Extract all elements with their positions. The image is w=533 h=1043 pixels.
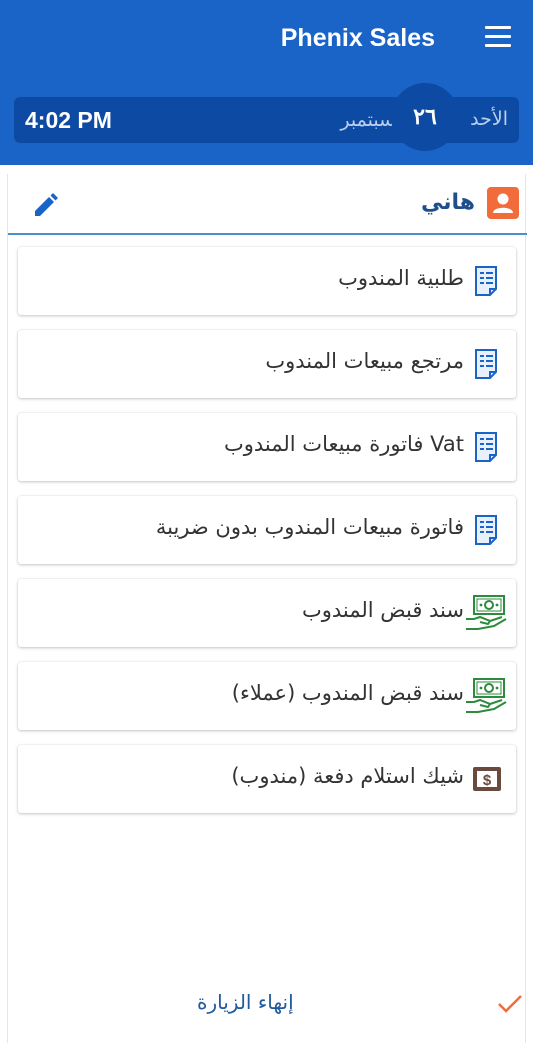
- cash-hand-icon: [464, 593, 508, 633]
- document-icon: [470, 430, 504, 464]
- menu-item-label: سند قبض المندوب (عملاء): [231, 681, 464, 705]
- menu-item-payment-check[interactable]: $ شيك استلام دفعة (مندوب): [18, 745, 516, 813]
- document-icon: [470, 513, 504, 547]
- pencil-icon[interactable]: [30, 191, 60, 219]
- menu-item-rep-receipt[interactable]: سند قبض المندوب: [18, 579, 516, 647]
- menu-item-label: شيك استلام دفعة (مندوب): [231, 764, 464, 788]
- month-label: سبتمبر: [340, 109, 395, 131]
- menu-item-label: طلبية المندوب: [338, 266, 464, 290]
- app-title: Phenix Sales: [280, 24, 435, 52]
- dollar-box-icon: $: [470, 762, 504, 796]
- day-number: ٢٦: [413, 104, 437, 129]
- menu-item-label: فاتورة مبيعات المندوب بدون ضريبة: [155, 515, 464, 539]
- menu-item-label: فاتورة مبيعات المندوب Vat: [223, 432, 464, 456]
- menu-item-rep-sales-return[interactable]: مرتجع مبيعات المندوب: [18, 330, 516, 398]
- document-icon: [470, 264, 504, 298]
- date-bar: 4:02 PM سبتمبر ٢٦ الأحد: [14, 83, 519, 151]
- menu-item-rep-sales-invoice-no-tax[interactable]: فاتورة مبيعات المندوب بدون ضريبة: [18, 496, 516, 564]
- menu-item-rep-sales-invoice-vat[interactable]: فاتورة مبيعات المندوب Vat: [18, 413, 516, 481]
- menu-item-label: سند قبض المندوب: [301, 598, 464, 622]
- svg-text:$: $: [483, 772, 492, 789]
- end-visit-link[interactable]: إنهاء الزيارة: [197, 990, 294, 1014]
- cash-hand-icon: [464, 676, 508, 716]
- person-icon: [487, 187, 519, 219]
- check-icon[interactable]: [497, 993, 523, 1015]
- weekday-label: الأحد: [470, 108, 508, 130]
- current-time: 4:02 PM: [25, 107, 112, 133]
- client-header: هاني: [8, 174, 527, 235]
- menu-item-rep-order[interactable]: طلبية المندوب: [18, 247, 516, 315]
- client-name[interactable]: هاني: [421, 190, 475, 215]
- document-icon: [470, 347, 504, 381]
- menu-item-rep-receipt-customers[interactable]: سند قبض المندوب (عملاء): [18, 662, 516, 730]
- app-header: Phenix Sales 4:02 PM سبتمبر ٢٦ الأحد: [0, 0, 533, 165]
- menu-icon[interactable]: [485, 26, 511, 48]
- day-badge: ٢٦: [391, 83, 459, 151]
- menu-item-label: مرتجع مبيعات المندوب: [265, 349, 464, 373]
- visit-panel: هاني طلبية المندوب مرتجع مبيعات المندوب …: [7, 174, 527, 1043]
